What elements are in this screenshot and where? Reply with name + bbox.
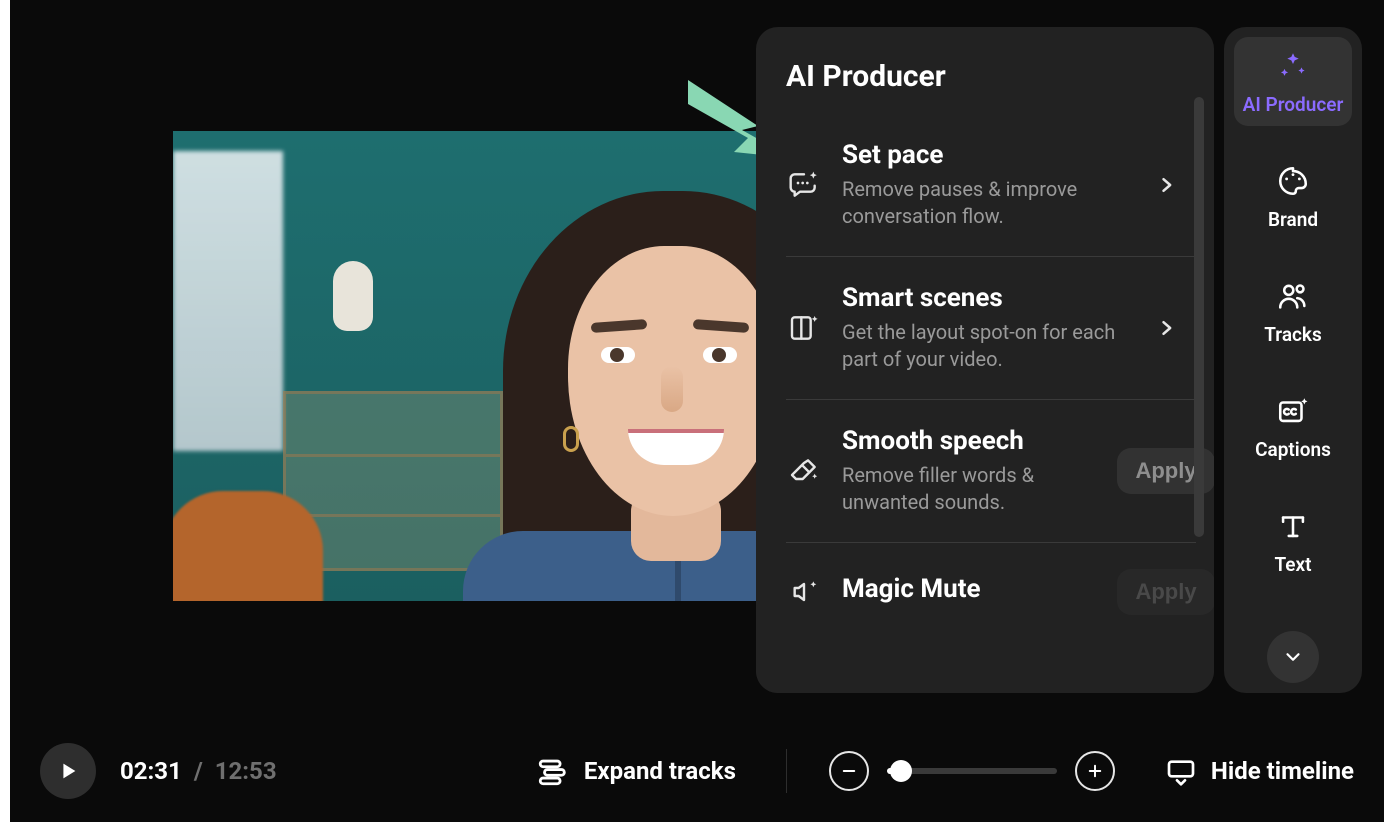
video-preview[interactable] <box>173 131 762 601</box>
captions-sparkle-icon <box>1276 394 1310 428</box>
item-title: Smart scenes <box>842 283 1116 313</box>
zoom-in-button[interactable] <box>1075 751 1115 791</box>
ai-producer-panel: AI Producer Set pace Remo <box>756 27 1214 693</box>
layout-sparkle-icon <box>786 312 822 344</box>
preview-chair <box>173 491 323 601</box>
zoom-out-button[interactable] <box>829 751 869 791</box>
zoom-slider[interactable] <box>887 768 1057 774</box>
people-icon <box>1276 279 1310 313</box>
chevron-right-icon <box>1156 314 1176 342</box>
sidebar-item-ai-producer[interactable]: AI Producer <box>1234 37 1352 126</box>
sparkles-icon <box>1276 49 1310 83</box>
zoom-controls <box>829 751 1115 791</box>
chevron-right-icon <box>1156 171 1176 199</box>
sidebar-item-label: Text <box>1274 553 1311 576</box>
chevron-down-icon <box>1282 646 1304 668</box>
item-magic-mute[interactable]: Magic Mute Apply <box>786 543 1196 675</box>
editor-stage: AI Producer Set pace Remo <box>10 0 1384 822</box>
plus-icon <box>1086 762 1104 780</box>
hide-timeline-icon <box>1165 755 1197 787</box>
item-set-pace[interactable]: Set pace Remove pauses & improve convers… <box>786 114 1196 257</box>
sidebar-item-label: AI Producer <box>1243 93 1344 116</box>
item-desc: Get the layout spot-on for each part of … <box>842 319 1116 373</box>
expand-tracks-label: Expand tracks <box>584 757 736 785</box>
player-bar: 02:31 / 12:53 Expand tracks <box>10 720 1384 822</box>
expand-tracks-button[interactable]: Expand tracks <box>536 754 736 788</box>
sidebar-item-tracks[interactable]: Tracks <box>1234 267 1352 356</box>
chat-sparkle-icon <box>786 169 822 201</box>
sidebar-item-label: Tracks <box>1264 323 1321 346</box>
playhead-time: 02:31 / 12:53 <box>120 757 277 785</box>
current-time: 02:31 <box>120 757 182 785</box>
eraser-sparkle-icon <box>786 455 822 487</box>
text-icon <box>1276 509 1310 543</box>
mute-sparkle-icon <box>786 576 822 608</box>
item-smart-scenes[interactable]: Smart scenes Get the layout spot-on for … <box>786 257 1196 400</box>
ai-producer-list: Set pace Remove pauses & improve convers… <box>756 114 1214 675</box>
sidebar-item-label: Brand <box>1268 208 1318 231</box>
apply-button[interactable]: Apply <box>1117 569 1214 615</box>
sidebar-item-brand[interactable]: Brand <box>1234 152 1352 241</box>
preview-person <box>373 191 762 601</box>
play-button[interactable] <box>40 743 96 799</box>
hide-timeline-label: Hide timeline <box>1211 757 1354 785</box>
sidebar-more-button[interactable] <box>1267 631 1319 683</box>
right-toolbar: AI Producer Brand <box>1224 27 1362 693</box>
total-time: 12:53 <box>215 757 277 785</box>
sidebar-item-captions[interactable]: Captions <box>1234 382 1352 471</box>
item-title: Magic Mute <box>842 574 1116 604</box>
time-separator: / <box>194 757 203 785</box>
sidebar-item-label: Captions <box>1255 438 1331 461</box>
minus-icon <box>840 762 858 780</box>
zoom-slider-thumb[interactable] <box>890 760 912 782</box>
divider <box>786 749 787 793</box>
item-title: Set pace <box>842 140 1116 170</box>
item-smooth-speech[interactable]: Smooth speech Remove filler words & unwa… <box>786 400 1196 543</box>
item-title: Smooth speech <box>842 426 1116 456</box>
item-desc: Remove pauses & improve conversation flo… <box>842 176 1116 230</box>
item-desc: Remove filler words & unwanted sounds. <box>842 462 1116 516</box>
panel-title: AI Producer <box>756 27 1214 114</box>
sidebar-item-text[interactable]: Text <box>1234 497 1352 586</box>
play-icon <box>57 760 79 782</box>
preview-vase <box>333 261 373 331</box>
palette-icon <box>1276 164 1310 198</box>
preview-window <box>173 151 283 451</box>
expand-tracks-icon <box>536 754 570 788</box>
panel-scrollbar[interactable] <box>1194 97 1204 537</box>
hide-timeline-button[interactable]: Hide timeline <box>1165 755 1354 787</box>
